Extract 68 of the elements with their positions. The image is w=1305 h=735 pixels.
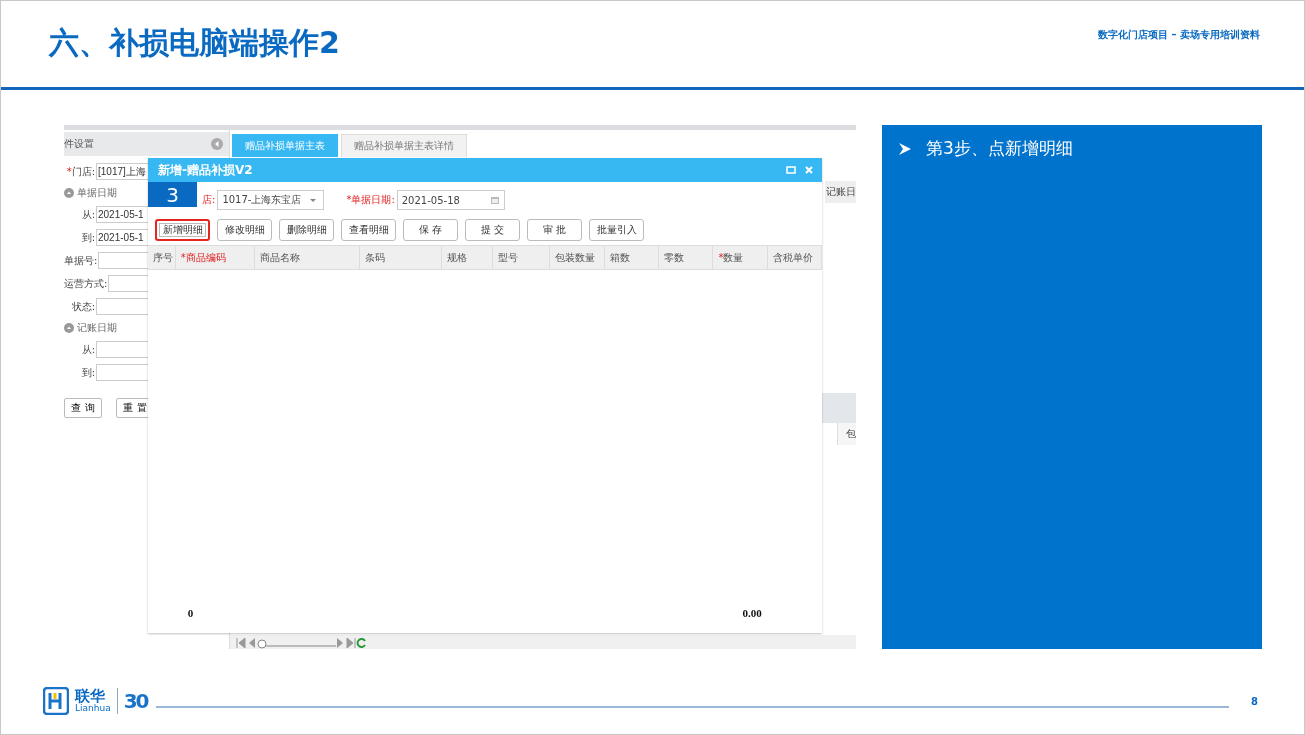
anniversary-mark: 30 xyxy=(123,689,148,713)
field-label: 到: xyxy=(80,365,96,380)
column-header: 条码 xyxy=(360,246,442,269)
slide-title: 六、补损电脑端操作2 xyxy=(49,24,340,62)
panel-header: 件设置 xyxy=(64,137,94,151)
field-label: 记账日 xyxy=(825,181,856,203)
field-label: 店: xyxy=(202,193,216,207)
column-header: 商品名称 xyxy=(254,246,361,269)
field-label: *单据日期: xyxy=(346,193,395,207)
total-value: 0 xyxy=(187,607,194,619)
column-header: *数量 xyxy=(713,246,768,269)
page-number: 8 xyxy=(1251,695,1258,707)
toolbar-button[interactable]: 审 批 xyxy=(527,219,582,241)
last-page-icon xyxy=(346,637,356,649)
column-header: 规格 xyxy=(442,246,494,269)
dialog-title: 新增-赠品补损V2 xyxy=(158,161,254,179)
column-header: 包装数量 xyxy=(549,246,605,269)
input-field[interactable]: 2021-05-1 xyxy=(96,229,148,246)
refresh-icon xyxy=(356,637,368,649)
instruction-text: 第3步、点新增明细 xyxy=(926,137,1073,160)
step-badge: 3 xyxy=(148,182,197,207)
field-label: 单据号: xyxy=(64,253,99,268)
page-slider-icon xyxy=(256,637,336,649)
column-header: *商品编码 xyxy=(175,246,255,269)
tab[interactable]: 赠品补损单据主表详情 xyxy=(341,134,467,157)
toolbar-button[interactable]: 查看明细 xyxy=(341,219,396,241)
toolbar-button[interactable]: 批量引入 xyxy=(589,219,644,241)
toolbar-button[interactable]: 提 交 xyxy=(465,219,520,241)
toolbar-button[interactable]: 删除明细 xyxy=(279,219,334,241)
field-label: 运营方式: xyxy=(64,276,109,291)
slide-subtitle: 数字化门店项目 – 卖场专用培训资料 xyxy=(1098,28,1260,42)
section-label: 记账日期 xyxy=(77,321,117,335)
column-header: 箱数 xyxy=(604,246,660,269)
column-header: 序号 xyxy=(148,246,176,269)
arrowhead-icon xyxy=(898,141,912,156)
date-field[interactable]: 2021-05-18 xyxy=(396,190,505,210)
input-field[interactable] xyxy=(108,275,148,292)
maximize-icon xyxy=(786,165,796,175)
brand-name: 联华 xyxy=(75,689,105,704)
logo-icon xyxy=(43,687,69,715)
input-field[interactable] xyxy=(96,364,148,381)
brand-latin-name: Lianhua xyxy=(75,704,111,713)
field-label: *门店: xyxy=(65,164,96,179)
input-field[interactable]: 2021-05-1 xyxy=(96,206,148,223)
close-icon xyxy=(804,165,814,175)
toolbar-button[interactable]: 保 存 xyxy=(403,219,458,241)
column-header: 包 xyxy=(837,423,856,445)
field-label: 到: xyxy=(80,230,96,245)
calendar-icon xyxy=(489,195,500,205)
column-header: 含税单价 xyxy=(767,246,822,269)
field-label: 从: xyxy=(80,207,96,222)
section-label: 单据日期 xyxy=(77,186,117,200)
toolbar-button[interactable]: 修改明细 xyxy=(217,219,272,241)
toolbar-button[interactable]: 新增明细 xyxy=(155,219,210,241)
column-header: 零数 xyxy=(659,246,714,269)
collapse-icon xyxy=(211,138,223,150)
input-field[interactable] xyxy=(96,341,148,358)
first-page-icon xyxy=(236,637,246,649)
input-field[interactable] xyxy=(96,298,148,315)
column-header: 型号 xyxy=(493,246,550,269)
field-label: 从: xyxy=(80,342,96,357)
input-field[interactable]: [1017]上海 xyxy=(96,163,148,180)
form-button[interactable]: 查 询 xyxy=(64,398,102,418)
caret-icon xyxy=(309,196,318,204)
field-label: 状态: xyxy=(70,299,96,314)
input-field[interactable] xyxy=(98,252,148,269)
store-select[interactable]: 1017-上海东宝店 xyxy=(217,190,325,210)
total-value: 0.00 xyxy=(742,607,762,619)
